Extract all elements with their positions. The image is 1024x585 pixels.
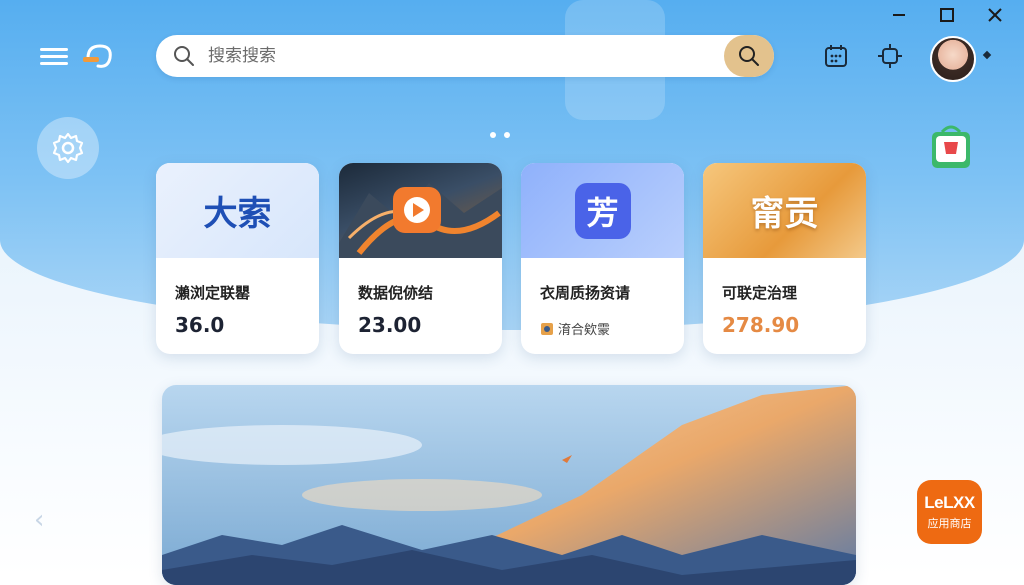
minimize-icon xyxy=(893,14,905,16)
chip-icon xyxy=(878,44,902,68)
card-price: 278.90 xyxy=(722,313,800,337)
card-price: 23.00 xyxy=(358,313,422,337)
card-thumb-text: 甯贡 xyxy=(750,194,819,234)
lenovo-brand-text: LeLXX xyxy=(924,493,975,512)
shopping-bag-icon xyxy=(932,125,970,168)
card-thumb-text: 芳 xyxy=(586,193,619,232)
product-card[interactable]: 数据倪㑊结 23.00 xyxy=(339,163,502,354)
card-price: 36.0 xyxy=(175,313,225,337)
card-subtitle: 淯合欸霥 xyxy=(540,319,684,338)
card-title: 数据倪㑊结 xyxy=(358,284,434,302)
card-thumb-text: 大索 xyxy=(203,194,272,234)
menu-line xyxy=(40,55,68,58)
card-subtitle-text: 淯合欸霥 xyxy=(558,323,611,338)
app-store-label: 应用商店 xyxy=(927,517,972,530)
lenovo-app-store-button[interactable]: LeLXX 应用商店 xyxy=(917,480,982,544)
user-avatar[interactable] xyxy=(930,36,976,82)
card-thumbnail xyxy=(339,163,502,258)
search-icon xyxy=(174,46,194,66)
card-title: 瀨浏定联罌 xyxy=(175,284,251,302)
product-card[interactable]: 甯贡 可联定治理 278.90 xyxy=(703,163,866,354)
menu-line xyxy=(40,48,68,51)
card-title: 衣周质扬资请 xyxy=(540,284,631,302)
menu-line xyxy=(40,62,68,65)
gear-icon xyxy=(52,132,84,164)
store-badge-button[interactable] xyxy=(930,124,972,170)
calendar-button[interactable] xyxy=(822,42,850,70)
close-button[interactable] xyxy=(982,4,1008,26)
search-input[interactable] xyxy=(206,45,700,67)
card-thumbnail: 甯贡 xyxy=(703,163,866,258)
maximize-button[interactable] xyxy=(934,4,960,26)
settings-button[interactable] xyxy=(37,117,99,179)
featured-banner[interactable] xyxy=(162,385,856,585)
close-icon xyxy=(988,8,1002,22)
chip-button[interactable] xyxy=(876,42,904,70)
app-icon: 芳 xyxy=(574,182,631,239)
mountain-video-image xyxy=(339,183,502,258)
maximize-icon xyxy=(940,8,954,22)
merchant-icon xyxy=(541,322,553,335)
card-title: 可联定治理 xyxy=(722,284,798,302)
card-thumbnail: 大索 xyxy=(156,163,319,258)
search-bar xyxy=(156,35,774,77)
app-logo-icon xyxy=(80,42,116,76)
window-controls xyxy=(886,4,1008,26)
product-card[interactable]: 芳 衣周质扬资请 淯合欸霥 xyxy=(521,163,684,354)
carousel-indicator xyxy=(490,132,510,138)
hamburger-menu-button[interactable] xyxy=(40,44,68,70)
search-icon xyxy=(739,46,759,66)
product-card[interactable]: 大索 瀨浏定联罌 36.0 xyxy=(156,163,319,354)
search-submit-button[interactable] xyxy=(724,35,774,77)
calendar-icon xyxy=(825,45,847,67)
mountain-landscape-image xyxy=(162,385,856,585)
previous-arrow-icon[interactable]: ‹ xyxy=(34,505,44,535)
minimize-button[interactable] xyxy=(886,4,912,26)
card-thumbnail: 芳 xyxy=(521,163,684,258)
